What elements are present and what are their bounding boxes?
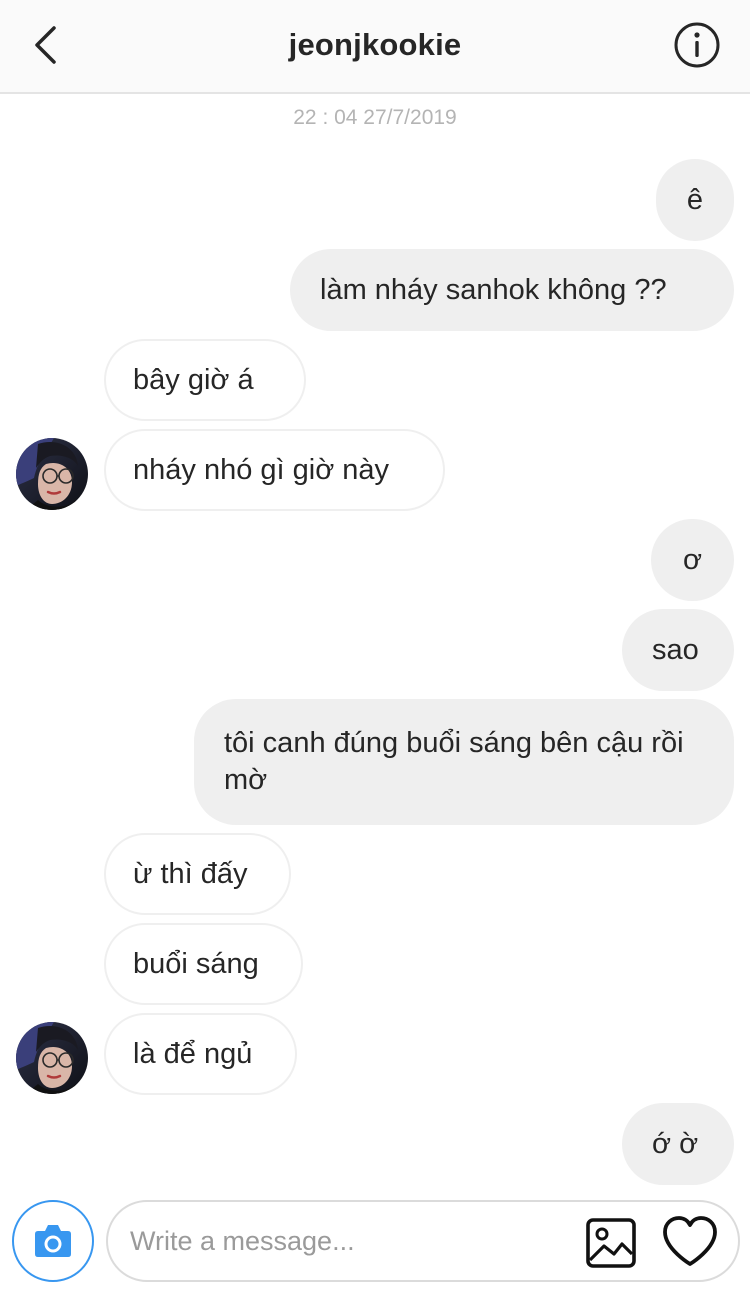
message-bubble-incoming[interactable]: buổi sáng <box>104 923 303 1005</box>
thread-title[interactable]: jeonjkookie <box>0 27 750 63</box>
gallery-button[interactable] <box>584 1216 638 1270</box>
camera-button[interactable] <box>12 1200 94 1282</box>
message-bubble-outgoing[interactable]: làm nháy sanhok không ?? <box>290 249 734 331</box>
message-bubble-outgoing[interactable]: ớ ờ <box>622 1103 734 1185</box>
like-button[interactable] <box>660 1214 720 1270</box>
message-bubble-outgoing[interactable]: ơ <box>651 519 734 601</box>
message-bubble-outgoing[interactable]: ê <box>656 159 734 241</box>
message-timestamp: 22 : 04 27/7/2019 <box>293 106 457 129</box>
message-bubble-outgoing[interactable]: tôi canh đúng buổi sáng bên cậu rồi mờ <box>194 699 734 825</box>
info-icon <box>674 22 720 68</box>
gallery-icon <box>586 1218 636 1268</box>
camera-icon <box>35 1225 71 1257</box>
info-button[interactable] <box>672 20 722 70</box>
message-bubble-incoming[interactable]: nháy nhó gì giờ này <box>104 429 445 511</box>
message-bubble-incoming[interactable]: ừ thì đấy <box>104 833 291 915</box>
thread-header: jeonjkookie <box>0 0 750 94</box>
heart-icon <box>663 1216 717 1266</box>
message-bubble-outgoing[interactable]: sao <box>622 609 734 691</box>
avatar[interactable] <box>16 1022 88 1094</box>
dm-thread-screen: jeonjkookie 22 : 04 27/7/2019 ê làm nháy… <box>0 0 750 1292</box>
profile-photo <box>16 438 88 510</box>
message-input[interactable] <box>130 1216 560 1266</box>
message-bubble-incoming[interactable]: là để ngủ <box>104 1013 297 1095</box>
avatar[interactable] <box>16 438 88 510</box>
message-bubble-incoming[interactable]: bây giờ á <box>104 339 306 421</box>
message-composer <box>106 1200 740 1282</box>
profile-photo <box>16 1022 88 1094</box>
